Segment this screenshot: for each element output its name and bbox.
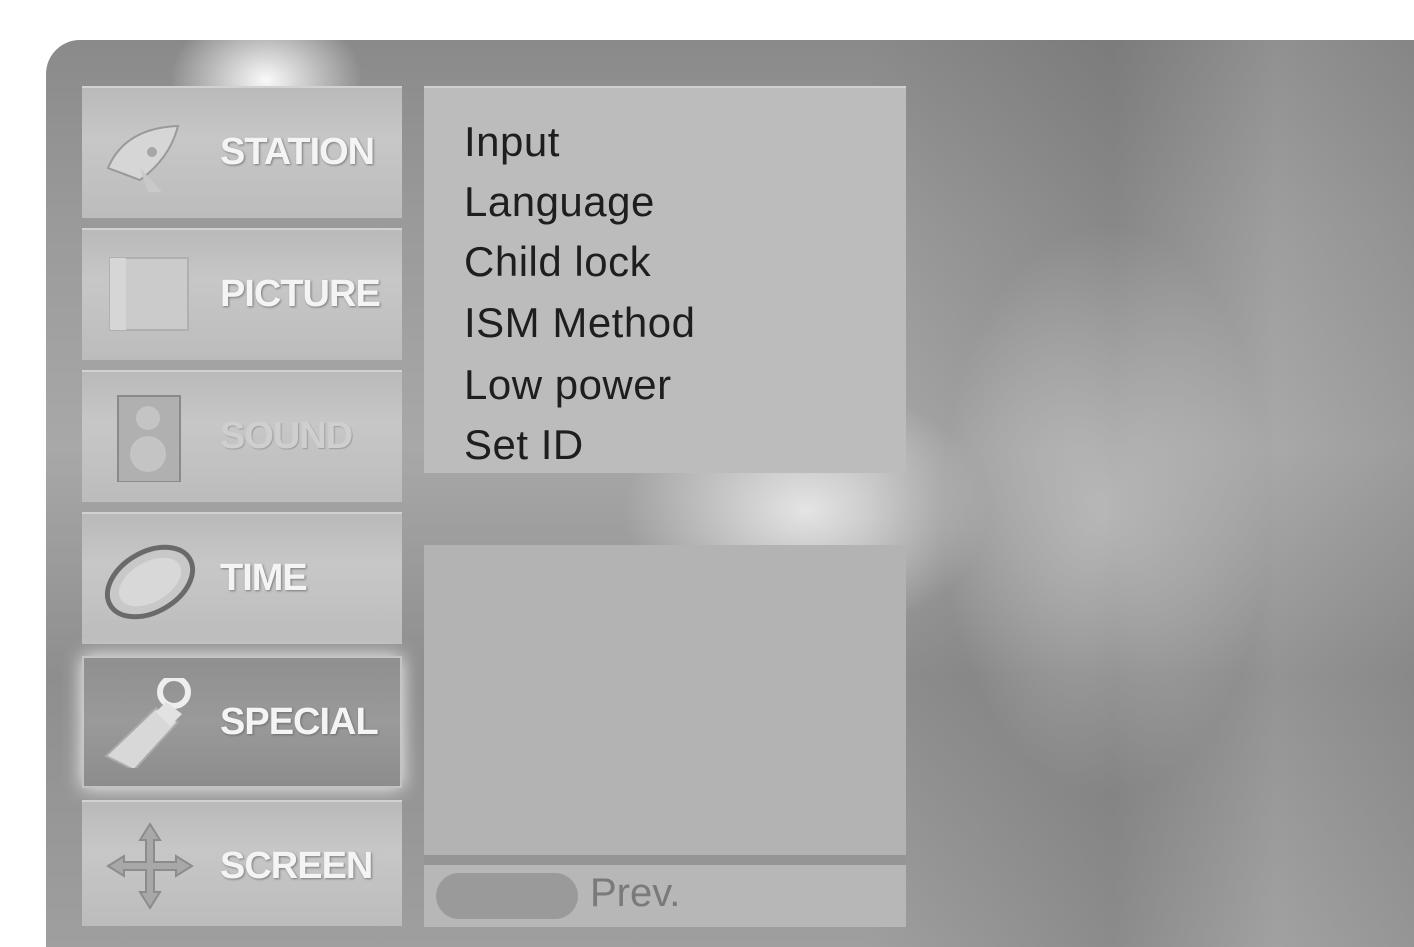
submenu-item-set-id[interactable]: Set ID bbox=[464, 421, 584, 469]
submenu-item-input[interactable]: Input bbox=[464, 118, 560, 166]
submenu-item-low-power[interactable]: Low power bbox=[464, 361, 672, 409]
menu-footer: Prev. bbox=[424, 865, 906, 927]
tab-picture[interactable]: PICTURE bbox=[82, 228, 402, 360]
footer-divider bbox=[424, 855, 906, 865]
menu-button-icon bbox=[436, 873, 578, 919]
tab-time-label: TIME bbox=[220, 557, 308, 599]
tab-station[interactable]: STATION bbox=[82, 86, 402, 218]
osd-menu-window: STATION PICTURE SOUND TIME SPECIAL SCREE… bbox=[46, 40, 1414, 947]
tab-screen-label: SCREEN bbox=[220, 845, 373, 887]
tab-picture-label: PICTURE bbox=[220, 273, 381, 315]
submenu-item-language[interactable]: Language bbox=[464, 178, 655, 226]
tab-time[interactable]: TIME bbox=[82, 512, 402, 644]
prev-hint[interactable]: Prev. bbox=[590, 871, 680, 916]
submenu-detail-panel bbox=[424, 545, 906, 855]
tab-sound[interactable]: SOUND bbox=[82, 370, 402, 502]
speaker-icon bbox=[117, 395, 181, 482]
move-arrows-icon bbox=[106, 822, 194, 910]
tag-icon bbox=[104, 678, 191, 768]
submenu-item-child-lock[interactable]: Child lock bbox=[464, 238, 651, 286]
special-submenu: Input Language Child lock ISM Method Low… bbox=[424, 86, 906, 473]
satellite-dish-icon bbox=[106, 124, 180, 192]
clock-icon bbox=[104, 544, 196, 620]
tab-special[interactable]: SPECIAL bbox=[82, 656, 402, 788]
tab-special-label: SPECIAL bbox=[220, 701, 379, 743]
tab-screen[interactable]: SCREEN bbox=[82, 800, 402, 926]
tab-sound-label: SOUND bbox=[220, 415, 353, 457]
picture-icon bbox=[109, 257, 189, 331]
submenu-item-ism-method[interactable]: ISM Method bbox=[464, 299, 695, 347]
tab-station-label: STATION bbox=[220, 131, 375, 173]
